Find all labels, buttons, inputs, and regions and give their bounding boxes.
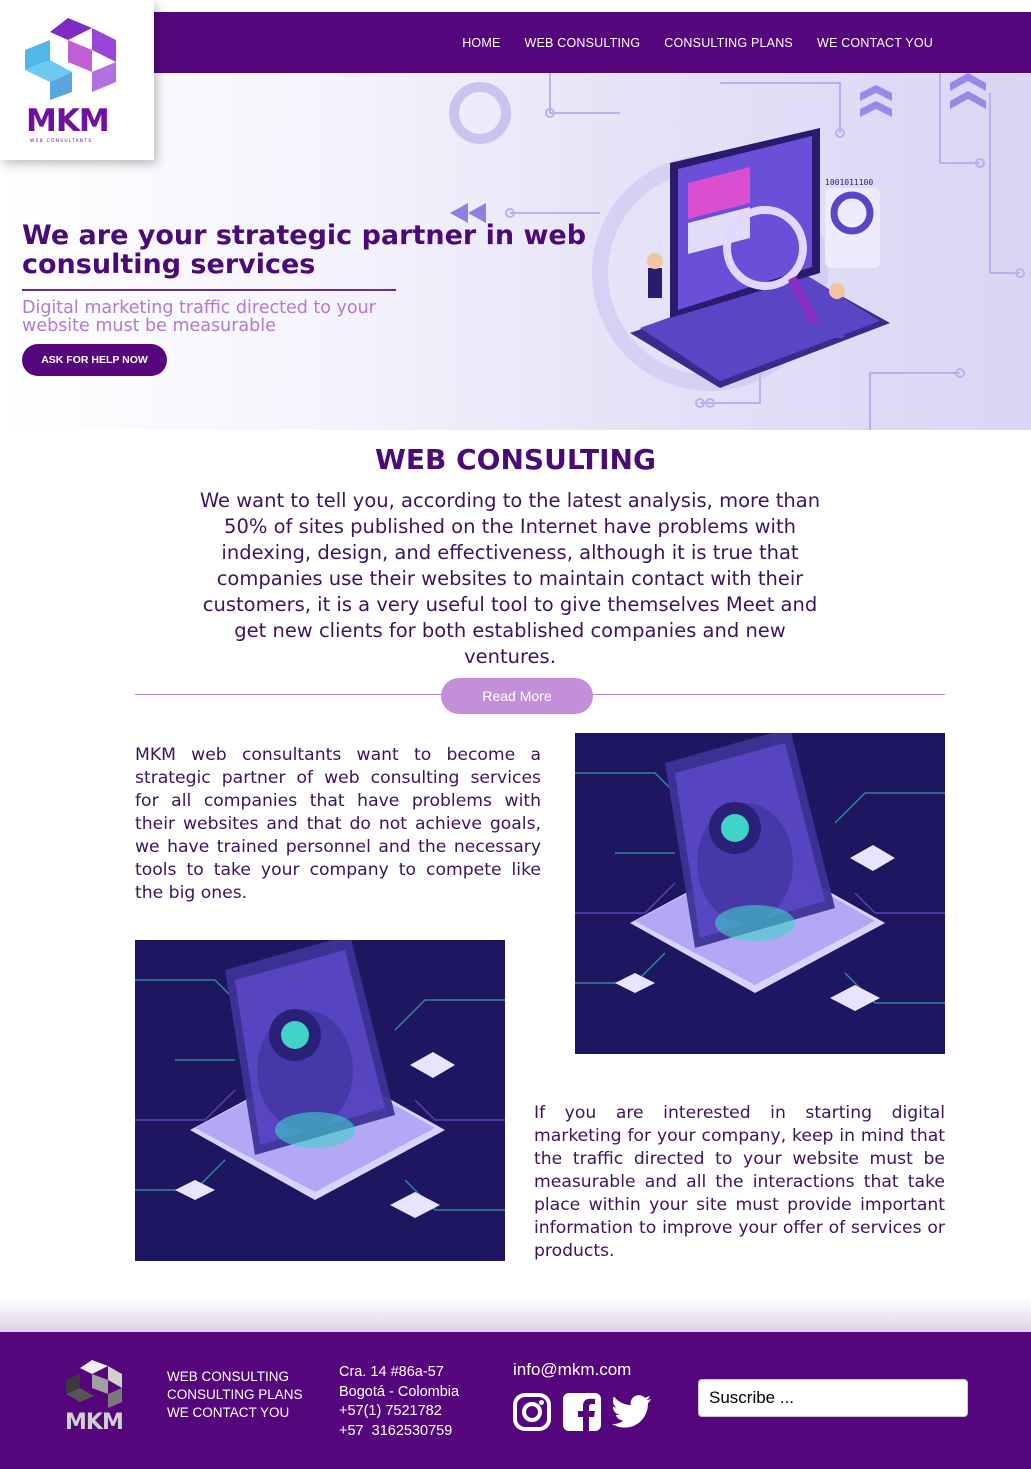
twitter-icon[interactable]: [611, 1394, 652, 1434]
phone-landline: +57(1) 7521782: [339, 1403, 442, 1419]
section-title: WEB CONSULTING: [375, 443, 656, 476]
hero-banner: 1001011100 We are your strategic partner…: [0, 73, 1031, 430]
nav-web-consulting[interactable]: WEB CONSULTING: [525, 36, 641, 50]
ask-for-help-button[interactable]: ASK FOR HELP NOW: [22, 344, 167, 376]
digital-marketing-paragraph: If you are interested in starting digita…: [534, 1103, 945, 1261]
hero-title: We are your strategic partner in web con…: [22, 220, 587, 280]
top-navigation-bar: HOME WEB CONSULTING CONSULTING PLANS WE …: [154, 12, 1031, 73]
robot-laptop-illustration: [575, 733, 945, 1054]
nav-we-contact-you[interactable]: WE CONTACT YOU: [817, 36, 933, 50]
footer-brand-name: MKM: [65, 1410, 124, 1435]
mkm-intro-paragraph: MKM web consultants want to become a str…: [135, 745, 541, 903]
hero-subtitle: Digital marketing traffic directed to yo…: [22, 298, 376, 336]
brand-tagline: WEB CONSULTANTS: [30, 139, 93, 144]
facebook-icon[interactable]: [562, 1392, 602, 1436]
main-nav: HOME WEB CONSULTING CONSULTING PLANS WE …: [462, 12, 933, 73]
read-more-button[interactable]: Read More: [441, 678, 593, 714]
logo[interactable]: MKM WEB CONSULTANTS: [0, 0, 154, 160]
instagram-icon[interactable]: [512, 1392, 552, 1436]
svg-text:1001011100: 1001011100: [825, 178, 873, 187]
section-intro: We want to tell you, according to the la…: [199, 489, 821, 668]
nav-home[interactable]: HOME: [462, 36, 500, 50]
brand-name: MKM: [26, 103, 110, 139]
footer-address: Cra. 14 #86a-57 Bogotá - Colombia +57(1)…: [339, 1363, 459, 1441]
social-links: [512, 1392, 652, 1436]
subscribe-input[interactable]: Suscribe ...: [698, 1379, 968, 1417]
address-line2: Bogotá - Colombia: [339, 1383, 460, 1400]
footer-link-we-contact-you[interactable]: WE CONTACT YOU: [167, 1404, 303, 1422]
footer-shadow: [0, 1298, 1031, 1332]
footer-links: WEB CONSULTING CONSULTING PLANS WE CONTA…: [167, 1368, 303, 1422]
nav-consulting-plans[interactable]: CONSULTING PLANS: [664, 36, 793, 50]
footer-link-consulting-plans[interactable]: CONSULTING PLANS: [167, 1386, 303, 1404]
footer-email[interactable]: info@mkm.com: [513, 1360, 631, 1380]
phone-mobile: +57 3162530759: [339, 1422, 453, 1439]
address-line1: Cra. 14 #86a-57: [339, 1364, 444, 1380]
footer-link-web-consulting[interactable]: WEB CONSULTING: [167, 1368, 303, 1386]
robot-laptop-illustration-alt: [135, 940, 505, 1261]
mkm-logo-icon: [25, 18, 116, 100]
footer-logo-icon: [66, 1360, 122, 1408]
hero-divider: [22, 289, 396, 291]
